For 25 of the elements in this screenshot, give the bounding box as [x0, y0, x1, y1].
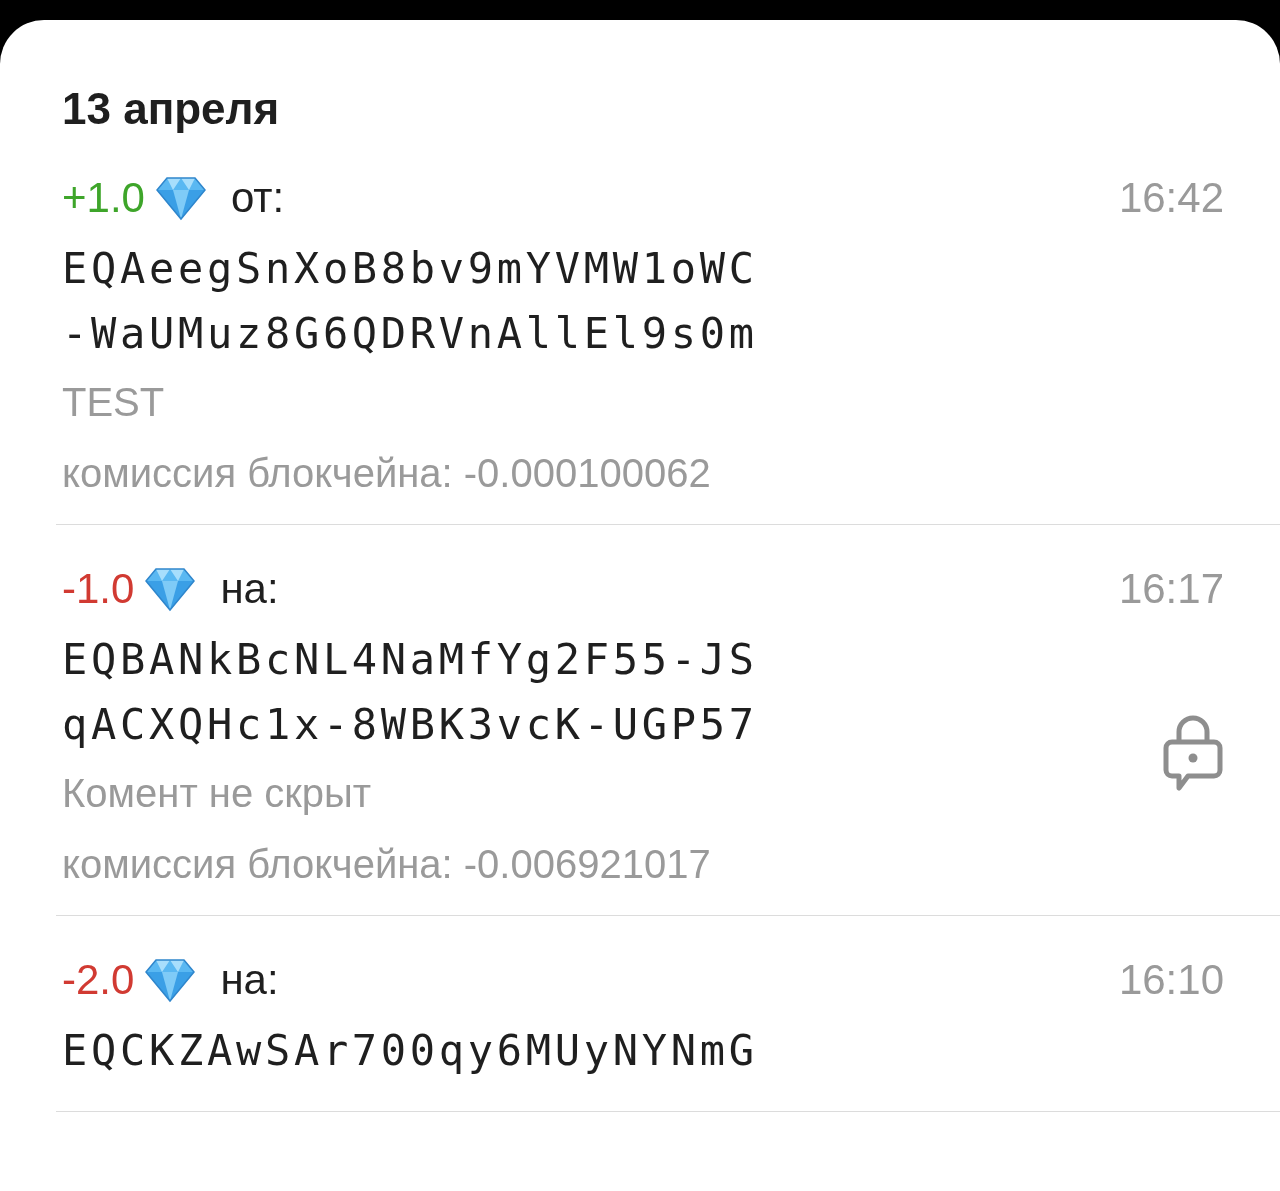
wallet-address: EQBANkBcNL4NaMfYg2F55-JS: [62, 634, 758, 686]
wallet-address: qACXQHc1x-8WBK3vcK-UGP57: [62, 699, 758, 751]
direction-label: на:: [220, 956, 279, 1004]
transaction-row[interactable]: +1.0 от: 16:42 EQAeegSnXoB8bv9mYVMW1oWC -WaUMuz8G6QDRVnAllEl9s0m TEST комиссия блокчейна: -0.000100062: [56, 134, 1280, 525]
diamond-icon: [154, 175, 207, 221]
time: 16:17: [1118, 565, 1224, 613]
fee-text: комиссия блокчейна: -0.000100062: [62, 451, 711, 496]
date-header: 13 апреля: [61, 83, 280, 134]
comment: TEST: [62, 380, 165, 425]
direction-label: на:: [220, 565, 279, 613]
diamond-icon: [144, 566, 197, 612]
comment: Комент не скрыт: [62, 771, 372, 816]
wallet-address: EQAeegSnXoB8bv9mYVMW1oWC: [62, 243, 758, 295]
transaction-row[interactable]: -2.0 на: 16:10 EQCKZAwSAr700qy6MUyNYNmG: [56, 916, 1280, 1112]
wallet-address: EQCKZAwSAr700qy6MUyNYNmG: [62, 1025, 758, 1077]
direction-label: от:: [230, 174, 285, 222]
wallet-address: -WaUMuz8G6QDRVnAllEl9s0m: [62, 308, 758, 360]
amount: +1.0: [62, 174, 145, 222]
amount: -2.0: [62, 956, 135, 1004]
fee-text: комиссия блокчейна: -0.006921017: [62, 842, 711, 887]
time: 16:42: [1118, 174, 1224, 222]
time: 16:10: [1118, 956, 1224, 1004]
diamond-icon: [144, 957, 197, 1003]
transaction-row[interactable]: -1.0 на: 16:17 EQBANkBcNL4NaMfYg2F55-JS qACXQHc1x-8WBK3vcK-UGP57 Комент не скрыт комиссия блокчейна: -0.006921017: [56, 525, 1280, 916]
amount: -1.0: [62, 565, 135, 613]
